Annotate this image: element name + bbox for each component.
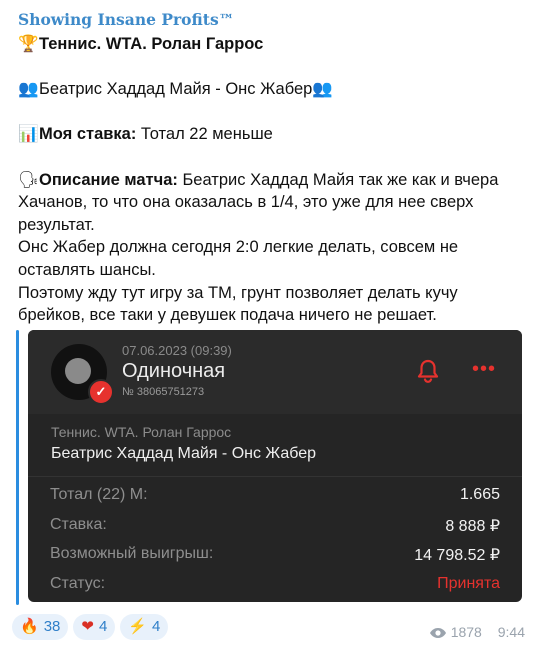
detail-label: Ставка: bbox=[50, 516, 107, 533]
heart-on-fire-icon: ❤ bbox=[81, 618, 94, 635]
reaction-count: 38 bbox=[43, 618, 61, 635]
detail-label: Тотал (22) М: bbox=[50, 486, 148, 503]
detail-row-payout: Возможный выигрыш: 14 798.52 ₽ bbox=[50, 545, 500, 564]
detail-label: Статус: bbox=[50, 575, 106, 592]
bell-icon bbox=[417, 359, 439, 383]
match-title: Беатрис Хаддад Майя - Онс Жабер bbox=[39, 80, 313, 99]
description-label: Описание матча: bbox=[39, 170, 178, 189]
more-options-icon: ••• bbox=[472, 358, 497, 380]
message-bubble: Showing Insane Profits™ 🏆Теннис. WTA. Ро… bbox=[0, 0, 537, 649]
detail-label: Возможный выигрыш: bbox=[50, 545, 214, 562]
description-line: оставлять шансы. bbox=[18, 260, 156, 279]
status-value: Принята bbox=[437, 575, 500, 592]
tournament-title: Теннис. WTA. Ролан Гаррос bbox=[39, 35, 264, 53]
eye-icon bbox=[429, 628, 446, 638]
description-line: Онс Жабер должна сегодня 2:0 легкие дела… bbox=[18, 238, 459, 257]
bet-type: Одиночная bbox=[122, 360, 226, 382]
people-icon: 👥 bbox=[312, 80, 333, 99]
detail-row-odds: Тотал (22) М: 1.665 bbox=[50, 486, 500, 504]
reaction-count: 4 bbox=[98, 618, 108, 635]
description-line: результат. bbox=[18, 215, 95, 234]
tennis-ball-icon bbox=[65, 358, 91, 384]
detail-value: 14 798.52 ₽ bbox=[414, 547, 500, 564]
bet-value: Тотал 22 меньше bbox=[136, 125, 273, 144]
reaction-heart-on-fire[interactable]: ❤ 4 bbox=[73, 614, 116, 640]
bet-number: № 38065751273 bbox=[122, 386, 205, 398]
message-text: 🏆Теннис. WTA. Ролан Гаррос 👥Беатрис Хадд… bbox=[18, 33, 523, 327]
description-text: Беатрис Хаддад Майя так же как и вчера bbox=[177, 170, 499, 189]
detail-value: 8 888 ₽ bbox=[445, 518, 500, 535]
bet-label: Моя ставка: bbox=[39, 125, 137, 144]
description-line: Хачанов, то что она оказалась в 1/4, это… bbox=[18, 193, 474, 212]
detail-row-stake: Ставка: 8 888 ₽ bbox=[50, 516, 500, 535]
detail-value: 1.665 bbox=[459, 486, 500, 503]
people-icon: 👥 bbox=[18, 80, 39, 99]
lightning-icon: ⚡ bbox=[128, 618, 147, 635]
media-accent-bar bbox=[16, 330, 19, 605]
bet-date: 07.06.2023 (09:39) bbox=[122, 343, 232, 358]
reaction-fire[interactable]: 🔥 38 bbox=[12, 614, 69, 640]
channel-name[interactable]: Showing Insane Profits™ bbox=[18, 10, 234, 29]
reaction-count: 4 bbox=[151, 618, 161, 635]
message-time: 9:44 bbox=[497, 624, 525, 640]
card-divider bbox=[28, 476, 522, 477]
trophy-icon: 🏆 bbox=[18, 35, 39, 53]
card-match: Беатрис Хаддад Майя - Онс Жабер bbox=[51, 445, 317, 462]
detail-row-status: Статус: Принята bbox=[50, 575, 500, 593]
reactions-bar: 🔥 38 ❤ 4 ⚡ 4 bbox=[12, 614, 173, 642]
fire-icon: 🔥 bbox=[20, 618, 39, 635]
card-league: Теннис. WTA. Ролан Гаррос bbox=[51, 424, 232, 440]
reaction-lightning[interactable]: ⚡ 4 bbox=[120, 614, 169, 640]
message-meta: 1878 9:44 bbox=[429, 624, 525, 640]
description-line: брейков, все таки у девушек подача ничег… bbox=[18, 306, 437, 325]
view-count: 1878 bbox=[450, 624, 482, 640]
speaking-head-icon: 🗣 bbox=[18, 170, 39, 189]
check-badge-icon: ✓ bbox=[88, 379, 114, 405]
bet-slip-image[interactable]: ✓ 07.06.2023 (09:39) Одиночная № 3806575… bbox=[28, 330, 522, 602]
description-line: Поэтому жду тут игру за ТМ, грунт позвол… bbox=[18, 283, 458, 302]
chart-icon: 📊 bbox=[18, 125, 39, 144]
